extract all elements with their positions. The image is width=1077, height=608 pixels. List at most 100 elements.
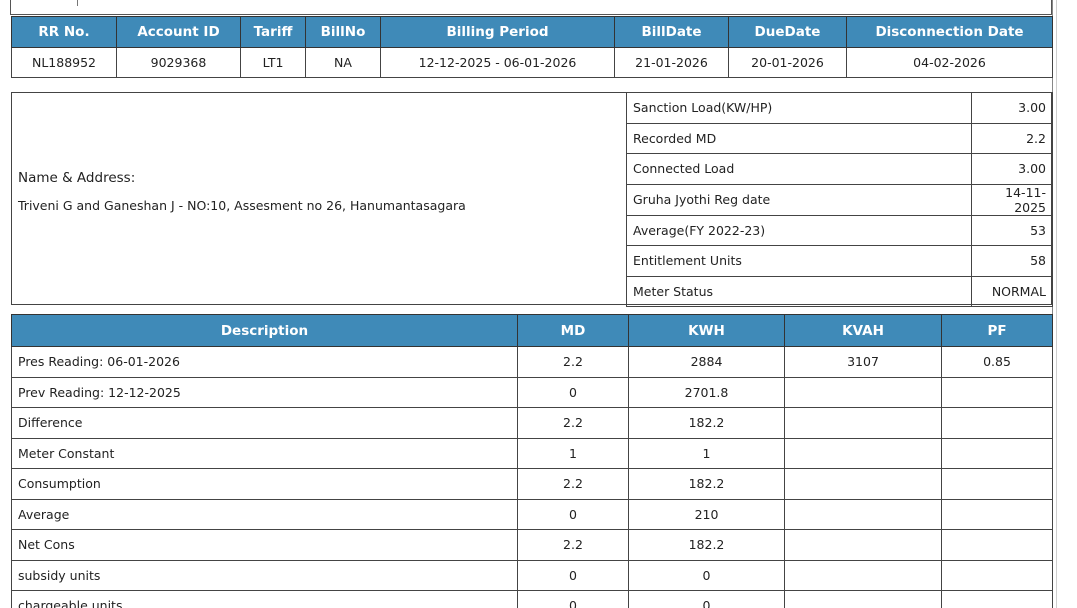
frame-divider bbox=[77, 0, 78, 6]
kvah-cell bbox=[784, 559, 942, 591]
kvah-cell bbox=[784, 468, 942, 500]
load-info-value: 14-11-2025 bbox=[971, 183, 1053, 216]
rr-no-value: NL188952 bbox=[11, 47, 117, 78]
load-info-row: Meter Status NORMAL bbox=[626, 275, 1053, 307]
table-row: chargeable units 0 0 bbox=[11, 590, 1053, 608]
load-info-label: Recorded MD bbox=[626, 122, 972, 154]
table-row: Difference 2.2 182.2 bbox=[11, 407, 1053, 439]
load-info-label: Meter Status bbox=[626, 275, 972, 307]
kvah-cell bbox=[784, 407, 942, 439]
pf-cell bbox=[941, 437, 1053, 469]
md-cell: 2.2 bbox=[517, 529, 629, 561]
column-header-pf: PF bbox=[941, 314, 1053, 347]
load-info-label: Gruha Jyothi Reg date bbox=[626, 183, 972, 216]
meter-reading-table: Description MD KWH KVAH PF Pres Reading:… bbox=[11, 314, 1053, 608]
name-address-label: Name & Address: bbox=[18, 170, 136, 186]
table-row: Prev Reading: 12-12-2025 0 2701.8 bbox=[11, 376, 1053, 408]
kwh-cell: 182.2 bbox=[628, 529, 785, 561]
load-info-row: Entitlement Units 58 bbox=[626, 245, 1053, 277]
previous-section-frame bbox=[10, 0, 1052, 15]
pf-cell bbox=[941, 559, 1053, 591]
name-address-section: Name & Address: Triveni G and Ganeshan J… bbox=[12, 93, 626, 304]
load-info-row: Connected Load 3.00 bbox=[626, 153, 1053, 185]
md-cell: 1 bbox=[517, 437, 629, 469]
bill-header-row: RR No. Account ID Tariff BillNo Billing … bbox=[11, 16, 1053, 48]
kvah-cell bbox=[784, 376, 942, 408]
scrollbar-track[interactable] bbox=[1056, 0, 1057, 608]
customer-info-block: Name & Address: Triveni G and Ganeshan J… bbox=[11, 92, 1053, 307]
kvah-cell bbox=[784, 529, 942, 561]
load-info-value: 3.00 bbox=[971, 92, 1053, 124]
load-info-value: 58 bbox=[971, 245, 1053, 277]
table-row: Average 0 210 bbox=[11, 498, 1053, 530]
load-info-row: Sanction Load(KW/HP) 3.00 bbox=[626, 92, 1053, 124]
column-header-disconnection-date: Disconnection Date bbox=[846, 16, 1053, 48]
description-cell: Meter Constant bbox=[11, 437, 518, 469]
column-header-tariff: Tariff bbox=[240, 16, 306, 48]
kwh-cell: 0 bbox=[628, 590, 785, 608]
bill-page: RR No. Account ID Tariff BillNo Billing … bbox=[0, 0, 1077, 608]
table-row: Pres Reading: 06-01-2026 2.2 2884 3107 0… bbox=[11, 346, 1053, 378]
description-cell: Difference bbox=[11, 407, 518, 439]
description-cell: Average bbox=[11, 498, 518, 530]
kwh-cell: 182.2 bbox=[628, 468, 785, 500]
description-cell: Pres Reading: 06-01-2026 bbox=[11, 346, 518, 378]
bill-no-value: NA bbox=[305, 47, 381, 78]
description-cell: Consumption bbox=[11, 468, 518, 500]
bill-date-value: 21-01-2026 bbox=[614, 47, 729, 78]
table-row: Meter Constant 1 1 bbox=[11, 437, 1053, 469]
description-cell: chargeable units bbox=[11, 590, 518, 608]
pf-cell bbox=[941, 407, 1053, 439]
load-info-value: 53 bbox=[971, 214, 1053, 246]
kvah-cell: 3107 bbox=[784, 346, 942, 378]
billing-period-value: 12-12-2025 - 06-01-2026 bbox=[380, 47, 615, 78]
name-address-value: Triveni G and Ganeshan J - NO:10, Assesm… bbox=[18, 198, 466, 213]
load-info-value: 2.2 bbox=[971, 122, 1053, 154]
kwh-cell: 182.2 bbox=[628, 407, 785, 439]
table-row: Net Cons 2.2 182.2 bbox=[11, 529, 1053, 561]
column-header-kvah: KVAH bbox=[784, 314, 942, 347]
column-header-account-id: Account ID bbox=[116, 16, 241, 48]
kvah-cell bbox=[784, 590, 942, 608]
md-cell: 0 bbox=[517, 590, 629, 608]
reading-header-row: Description MD KWH KVAH PF bbox=[11, 314, 1053, 347]
pf-cell bbox=[941, 590, 1053, 608]
load-info-row: Recorded MD 2.2 bbox=[626, 122, 1053, 154]
load-info-label: Entitlement Units bbox=[626, 245, 972, 277]
due-date-value: 20-01-2026 bbox=[728, 47, 847, 78]
md-cell: 0 bbox=[517, 376, 629, 408]
md-cell: 2.2 bbox=[517, 407, 629, 439]
column-header-kwh: KWH bbox=[628, 314, 785, 347]
column-header-billing-period: Billing Period bbox=[380, 16, 615, 48]
md-cell: 2.2 bbox=[517, 468, 629, 500]
bill-values-row: NL188952 9029368 LT1 NA 12-12-2025 - 06-… bbox=[11, 47, 1053, 78]
pf-cell bbox=[941, 529, 1053, 561]
load-info-table: Sanction Load(KW/HP) 3.00 Recorded MD 2.… bbox=[626, 92, 1053, 307]
column-header-md: MD bbox=[517, 314, 629, 347]
bill-header-table: RR No. Account ID Tariff BillNo Billing … bbox=[11, 16, 1053, 78]
load-info-value: 3.00 bbox=[971, 153, 1053, 185]
load-info-row: Gruha Jyothi Reg date 14-11-2025 bbox=[626, 183, 1053, 216]
kwh-cell: 2701.8 bbox=[628, 376, 785, 408]
column-header-rr-no: RR No. bbox=[11, 16, 117, 48]
md-cell: 0 bbox=[517, 498, 629, 530]
column-header-bill-no: BillNo bbox=[305, 16, 381, 48]
load-info-label: Sanction Load(KW/HP) bbox=[626, 92, 972, 124]
kwh-cell: 1 bbox=[628, 437, 785, 469]
description-cell: Net Cons bbox=[11, 529, 518, 561]
kwh-cell: 0 bbox=[628, 559, 785, 591]
load-info-row: Average(FY 2022-23) 53 bbox=[626, 214, 1053, 246]
column-header-due-date: DueDate bbox=[728, 16, 847, 48]
table-row: Consumption 2.2 182.2 bbox=[11, 468, 1053, 500]
kvah-cell bbox=[784, 498, 942, 530]
kwh-cell: 210 bbox=[628, 498, 785, 530]
load-info-label: Connected Load bbox=[626, 153, 972, 185]
kwh-cell: 2884 bbox=[628, 346, 785, 378]
load-info-value: NORMAL bbox=[971, 275, 1053, 307]
description-cell: subsidy units bbox=[11, 559, 518, 591]
description-cell: Prev Reading: 12-12-2025 bbox=[11, 376, 518, 408]
md-cell: 2.2 bbox=[517, 346, 629, 378]
pf-cell bbox=[941, 498, 1053, 530]
load-info-label: Average(FY 2022-23) bbox=[626, 214, 972, 246]
kvah-cell bbox=[784, 437, 942, 469]
